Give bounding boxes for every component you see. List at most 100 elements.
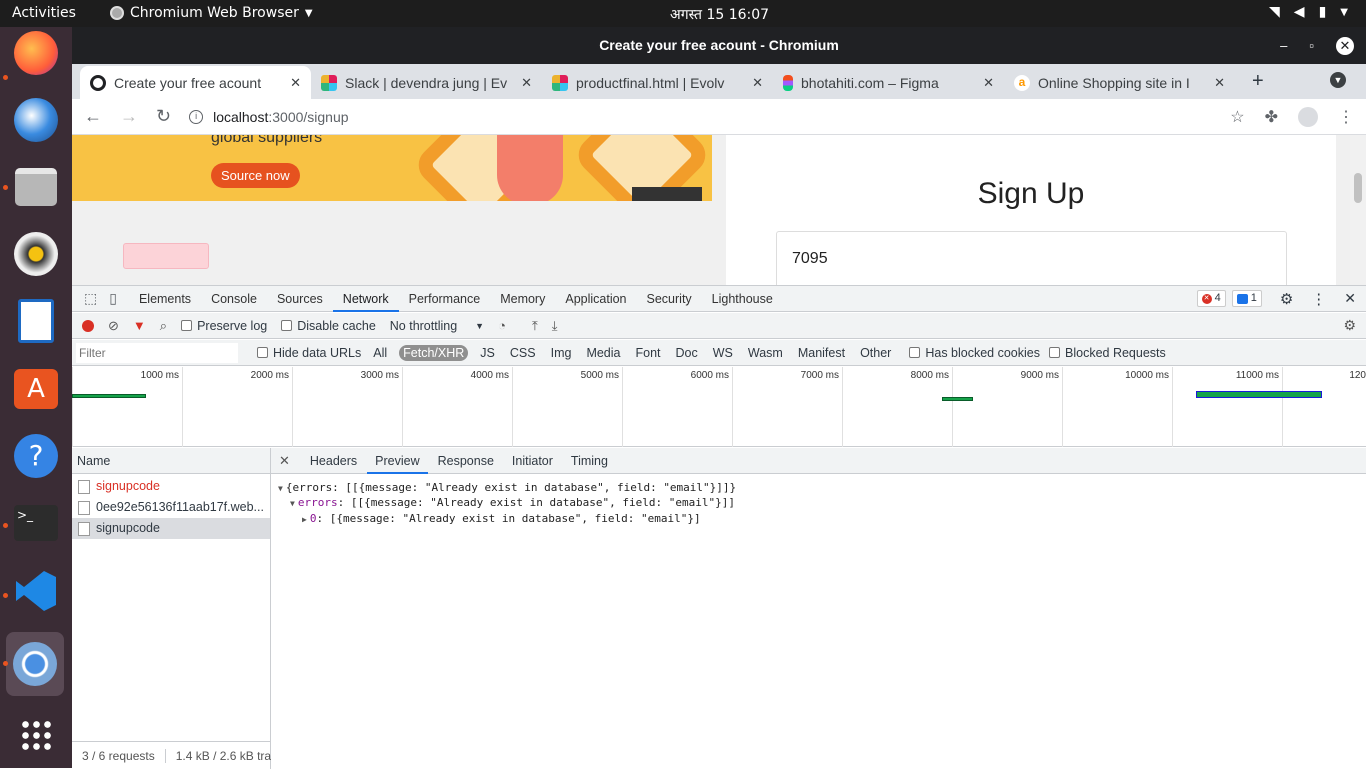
show-applications-button[interactable]: [10, 709, 62, 761]
filter-media[interactable]: Media: [583, 345, 623, 361]
info-icon[interactable]: i: [189, 109, 204, 124]
dock-help[interactable]: ?: [10, 430, 62, 482]
dock-software[interactable]: A: [10, 363, 62, 415]
new-tab-button[interactable]: +: [1252, 70, 1264, 93]
search-icon[interactable]: ⌕: [160, 318, 167, 334]
maximize-icon[interactable]: ▫: [1309, 27, 1314, 64]
tab-figma[interactable]: bhotahiti.com – Figma ✕: [773, 66, 1004, 99]
detail-tab-initiator[interactable]: Initiator: [504, 448, 561, 474]
dock-thunderbird[interactable]: [10, 94, 62, 146]
tab-productfinal[interactable]: productfinal.html | Evolv ✕: [542, 66, 773, 99]
disable-cache-checkbox[interactable]: Disable cache: [281, 319, 376, 333]
minimize-icon[interactable]: –: [1280, 27, 1287, 64]
detail-tab-headers[interactable]: Headers: [302, 448, 365, 474]
back-arrow-icon[interactable]: ←: [84, 106, 102, 127]
filter-doc[interactable]: Doc: [673, 345, 701, 361]
throttling-select[interactable]: No throttling ▼: [390, 319, 484, 333]
scrollbar-thumb[interactable]: [1354, 173, 1362, 203]
close-devtools-icon[interactable]: ✕: [1344, 290, 1356, 307]
has-blocked-cookies-checkbox[interactable]: Has blocked cookies: [909, 346, 1040, 360]
record-icon[interactable]: [82, 319, 94, 332]
request-row-selected[interactable]: signupcode: [72, 518, 270, 539]
kebab-menu-icon[interactable]: ⋮: [1311, 290, 1326, 308]
preserve-log-checkbox[interactable]: Preserve log: [181, 319, 267, 333]
page-scrollbar[interactable]: [1350, 135, 1366, 285]
devtools-tab-lighthouse[interactable]: Lighthouse: [702, 286, 783, 312]
extensions-icon[interactable]: ✤: [1265, 107, 1278, 127]
tab-amazon[interactable]: a Online Shopping site in I ✕: [1004, 66, 1235, 99]
filter-input[interactable]: Filter: [76, 342, 238, 363]
json-item-line[interactable]: ▶ 0: [{message: "Already exist in databas…: [302, 512, 701, 525]
json-errors-line[interactable]: ▼ errors: [[{message: "Already exist in d…: [290, 496, 735, 509]
filter-other[interactable]: Other: [857, 345, 894, 361]
reload-icon[interactable]: ↻: [156, 106, 171, 127]
filter-wasm[interactable]: Wasm: [745, 345, 786, 361]
dock-files[interactable]: [10, 161, 62, 213]
system-tray[interactable]: ◥ ◀ ▮ ▼: [1269, 4, 1348, 20]
devtools-tab-performance[interactable]: Performance: [399, 286, 491, 312]
filter-all[interactable]: All: [370, 345, 390, 361]
devtools-tab-memory[interactable]: Memory: [490, 286, 555, 312]
import-har-icon[interactable]: ⤒: [532, 318, 538, 334]
tab-create-account[interactable]: Create your free acount ✕: [80, 66, 311, 99]
devtools-tab-security[interactable]: Security: [637, 286, 702, 312]
devtools-tab-console[interactable]: Console: [201, 286, 267, 312]
profile-avatar-icon[interactable]: [1298, 106, 1318, 127]
close-icon[interactable]: ✕: [1336, 37, 1354, 55]
devtools-tab-network[interactable]: Network: [332, 286, 399, 312]
export-har-icon[interactable]: ⤓: [552, 318, 558, 334]
inspect-element-icon[interactable]: ⬚: [84, 290, 97, 307]
dock-firefox[interactable]: [10, 27, 62, 79]
close-tab-icon[interactable]: ✕: [521, 75, 532, 91]
dock-terminal[interactable]: >_: [10, 497, 62, 549]
bookmark-star-icon[interactable]: ☆: [1230, 107, 1244, 127]
forward-arrow-icon[interactable]: →: [120, 106, 138, 127]
detail-tab-response[interactable]: Response: [430, 448, 502, 474]
message-count-badge[interactable]: 1: [1231, 290, 1262, 307]
filter-css[interactable]: CSS: [507, 345, 539, 361]
devtools-tab-application[interactable]: Application: [555, 286, 636, 312]
kebab-menu-icon[interactable]: ⋮: [1338, 107, 1354, 127]
network-conditions-icon[interactable]: ◔: [498, 318, 506, 333]
clear-icon[interactable]: ⊘: [108, 318, 119, 334]
dock-rhythmbox[interactable]: [10, 228, 62, 280]
json-root-line[interactable]: ▼ {errors: [[{message: "Already exist in …: [278, 481, 736, 494]
detail-tab-preview[interactable]: Preview: [367, 448, 428, 474]
close-tab-icon[interactable]: ✕: [1214, 75, 1225, 91]
app-menu[interactable]: Chromium Web Browser ▼: [110, 5, 313, 21]
close-tab-icon[interactable]: ✕: [290, 75, 301, 91]
filter-ws[interactable]: WS: [710, 345, 736, 361]
address-bar[interactable]: i localhost:3000/signup: [189, 103, 1212, 131]
network-settings-icon[interactable]: ⚙: [1343, 317, 1356, 334]
dock-writer[interactable]: [10, 295, 62, 347]
close-detail-icon[interactable]: ✕: [279, 453, 290, 469]
filter-funnel-icon[interactable]: ▼: [133, 318, 146, 333]
error-count-badge[interactable]: ✕ 4: [1196, 290, 1226, 307]
close-tab-icon[interactable]: ✕: [983, 75, 994, 91]
signup-input[interactable]: 7095: [776, 231, 1287, 285]
tab-slack[interactable]: Slack | devendra jung | Ev ✕: [311, 66, 542, 99]
dock-vscode[interactable]: [10, 565, 62, 617]
device-toolbar-icon[interactable]: ▯: [109, 290, 117, 307]
detail-tab-timing[interactable]: Timing: [563, 448, 616, 474]
activities-button[interactable]: Activities: [12, 5, 76, 21]
hide-data-urls-checkbox[interactable]: Hide data URLs: [257, 346, 361, 360]
request-row[interactable]: signupcode: [72, 476, 270, 497]
close-tab-icon[interactable]: ✕: [752, 75, 763, 91]
dock-chromium[interactable]: [6, 632, 64, 696]
filter-fetch-xhr[interactable]: Fetch/XHR: [399, 344, 469, 361]
filter-js[interactable]: JS: [477, 345, 498, 361]
clock[interactable]: अगस्त 15 16:07: [670, 5, 769, 24]
pink-button[interactable]: [123, 243, 209, 269]
name-column-header[interactable]: Name: [72, 448, 270, 474]
request-row[interactable]: 0ee92e56136f11aab17f.web...: [72, 497, 270, 518]
filter-manifest[interactable]: Manifest: [795, 345, 848, 361]
network-timeline-overview[interactable]: 1000 ms 2000 ms 3000 ms 4000 ms 5000 ms …: [72, 367, 1366, 447]
filter-font[interactable]: Font: [632, 345, 663, 361]
devtools-tab-sources[interactable]: Sources: [267, 286, 333, 312]
blocked-requests-checkbox[interactable]: Blocked Requests: [1049, 346, 1166, 360]
tab-search-icon[interactable]: ▼: [1330, 72, 1346, 88]
settings-gear-icon[interactable]: ⚙: [1280, 290, 1293, 308]
title-bar[interactable]: Create your free acount - Chromium – ▫ ✕: [72, 27, 1366, 64]
source-now-button[interactable]: Source now: [211, 163, 300, 188]
